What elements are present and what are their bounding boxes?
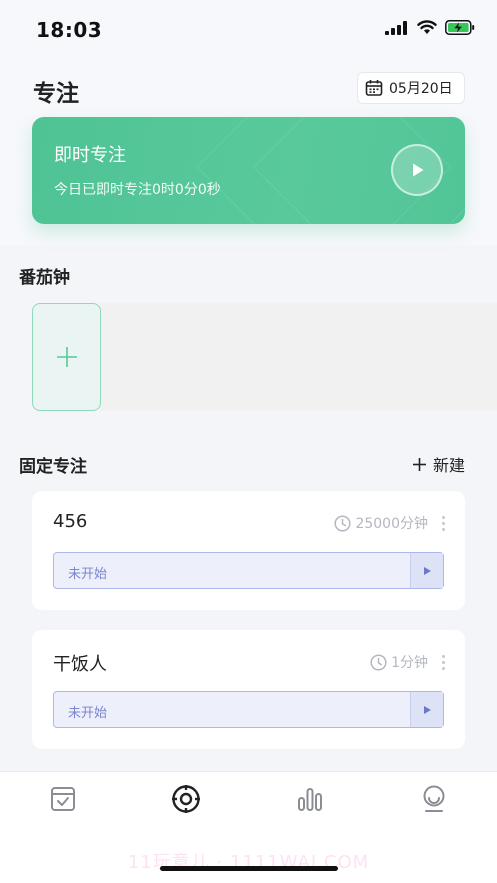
focus-meta: 1分钟 xyxy=(370,652,445,672)
status-icons xyxy=(385,20,475,35)
profile-icon xyxy=(423,785,445,812)
play-icon xyxy=(424,566,431,575)
signal-icon xyxy=(385,20,407,35)
task-check-icon xyxy=(51,787,75,811)
fixed-focus-card[interactable]: 456 25000分钟 未开始 xyxy=(32,491,465,610)
instant-focus-play-button[interactable] xyxy=(391,144,443,196)
new-button-label: 新建 xyxy=(433,456,466,475)
battery-charging-icon xyxy=(445,20,475,35)
clock-icon xyxy=(370,653,387,671)
focus-status-label: 未开始 xyxy=(68,567,108,582)
date-picker-button[interactable]: 05月20日 xyxy=(357,72,465,104)
play-icon xyxy=(424,705,431,714)
focus-status-bar: 未开始 xyxy=(53,691,444,728)
fixed-focus-section-title: 固定专注 xyxy=(19,457,87,477)
focus-status-label: 未开始 xyxy=(68,706,108,721)
focus-name: 456 xyxy=(53,511,88,532)
wifi-icon xyxy=(417,20,437,34)
focus-start-button[interactable] xyxy=(410,553,443,588)
calendar-icon xyxy=(365,80,383,96)
instant-focus-card[interactable]: 即时专注 今日已即时专注0时0分0秒 xyxy=(32,117,465,224)
bar-chart-icon xyxy=(298,788,322,811)
page-title: 专注 xyxy=(33,81,79,107)
instant-focus-title: 即时专注 xyxy=(54,145,126,166)
focus-duration: 1分钟 xyxy=(391,655,428,671)
target-icon xyxy=(172,785,200,813)
plus-icon xyxy=(413,457,426,471)
status-bar: 18:03 xyxy=(0,0,497,60)
plus-icon xyxy=(56,347,77,367)
more-options-icon[interactable] xyxy=(442,515,445,531)
focus-name: 干饭人 xyxy=(53,654,107,675)
instant-focus-summary: 今日已即时专注0时0分0秒 xyxy=(54,182,221,198)
tab-focus[interactable] xyxy=(171,784,201,814)
fixed-focus-card[interactable]: 干饭人 1分钟 未开始 xyxy=(32,630,465,749)
tab-tasks[interactable] xyxy=(48,784,78,814)
date-label: 05月20日 xyxy=(389,81,453,97)
focus-status-bar: 未开始 xyxy=(53,552,444,589)
new-fixed-focus-button[interactable]: 新建 xyxy=(412,452,465,476)
pomodoro-section-title: 番茄钟 xyxy=(19,268,70,288)
focus-duration: 25000分钟 xyxy=(355,516,428,532)
more-options-icon[interactable] xyxy=(442,654,445,670)
add-pomodoro-button[interactable] xyxy=(32,303,101,411)
focus-meta: 25000分钟 xyxy=(334,513,445,533)
clock-icon xyxy=(334,514,352,532)
home-indicator xyxy=(160,866,338,871)
focus-start-button[interactable] xyxy=(410,692,443,727)
pomodoro-list-area xyxy=(100,303,497,411)
tab-profile[interactable] xyxy=(419,784,449,814)
tab-statistics[interactable] xyxy=(295,784,325,814)
status-time: 18:03 xyxy=(36,18,103,42)
play-icon xyxy=(413,163,424,177)
